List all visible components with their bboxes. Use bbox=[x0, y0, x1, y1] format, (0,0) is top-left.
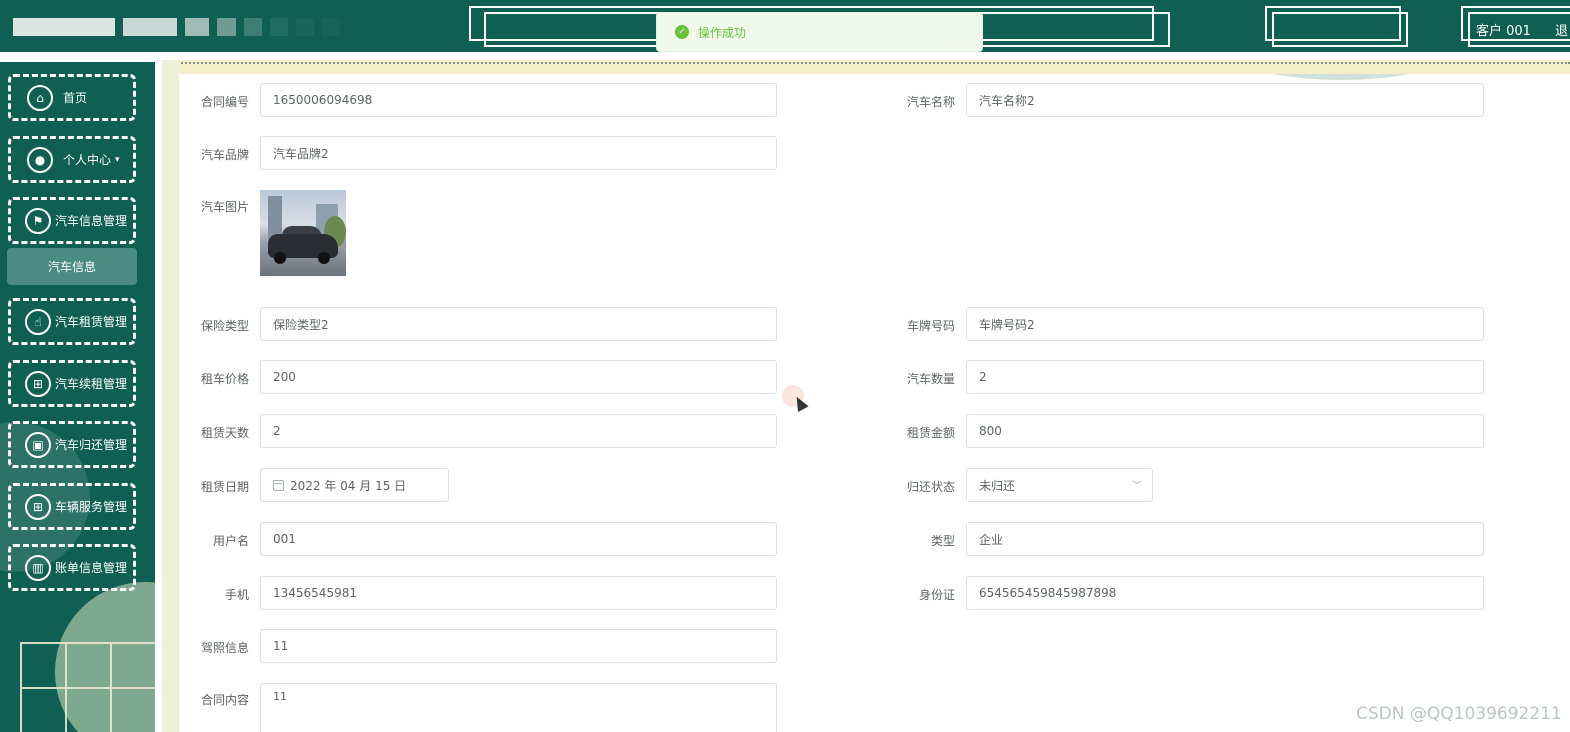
sidebar-grid-decoration bbox=[20, 642, 155, 732]
return-status-label: 归还状态 bbox=[906, 480, 955, 494]
car-count-label: 汽车数量 bbox=[906, 372, 955, 386]
plate-no-label: 车牌号码 bbox=[906, 319, 955, 333]
chevron-down-icon: ▾ bbox=[115, 154, 120, 165]
type-input[interactable]: 企业 bbox=[966, 522, 1484, 556]
chevron-down-icon: ﹀ bbox=[1132, 481, 1142, 492]
clipboard-icon: ▣ bbox=[25, 431, 51, 458]
logo-block-6 bbox=[270, 18, 288, 36]
logo-block-8 bbox=[322, 18, 340, 36]
username-label: 用户名 bbox=[212, 534, 249, 548]
background-decoration bbox=[162, 60, 179, 732]
rent-amount-input[interactable]: 800 bbox=[966, 414, 1484, 448]
sidebar-item-label: 汽车续租管理 bbox=[55, 377, 128, 391]
rent-date-value: 2022 年 04 月 15 日 bbox=[290, 478, 407, 493]
sidebar-item-car-renewal-mgmt[interactable]: ⊞ 汽车续租管理 bbox=[8, 360, 136, 407]
rent-date-label: 租赁日期 bbox=[200, 480, 249, 494]
submenu-item-car-info[interactable]: 汽车信息 bbox=[7, 248, 137, 285]
sidebar-item-label: 汽车信息管理 bbox=[55, 214, 128, 228]
user-area: 客户 001 退 bbox=[1476, 20, 1570, 39]
rent-amount-label: 租赁金额 bbox=[906, 426, 955, 440]
sidebar-item-label: 汽车归还管理 bbox=[55, 438, 128, 452]
logo-block-1 bbox=[13, 18, 115, 36]
phone-input[interactable]: 13456545981 bbox=[260, 576, 777, 610]
sidebar-item-home[interactable]: ⌂ 首页 bbox=[8, 74, 136, 121]
sidebar-item-car-rental-mgmt[interactable]: ☝ 汽车租赁管理 bbox=[8, 298, 136, 345]
toast-message: 操作成功 bbox=[698, 25, 747, 40]
sidebar-item-label: 汽车租赁管理 bbox=[55, 315, 128, 329]
user-name: 客户 001 bbox=[1476, 24, 1531, 39]
check-circle-icon: ✓ bbox=[675, 25, 689, 39]
sidebar-item-personal-center[interactable]: ● 个人中心 ▾ bbox=[8, 136, 136, 183]
logout-button[interactable]: 退 bbox=[1555, 24, 1568, 39]
logo-block-5 bbox=[244, 18, 262, 36]
contract-content-textarea[interactable]: 11 bbox=[260, 683, 777, 732]
logo-block-4 bbox=[217, 18, 236, 36]
logo-block-3 bbox=[185, 18, 209, 36]
logo-block-7 bbox=[296, 18, 314, 36]
sidebar-item-bill-info-mgmt[interactable]: ▥ 账单信息管理 bbox=[8, 544, 136, 591]
id-card-label: 身份证 bbox=[918, 588, 955, 602]
watermark: CSDN @QQ1039692211 bbox=[1356, 704, 1562, 724]
sidebar-item-label: 车辆服务管理 bbox=[55, 500, 128, 514]
return-status-select[interactable]: 未归还 ﹀ bbox=[966, 468, 1153, 502]
contract-no-label: 合同编号 bbox=[200, 95, 249, 109]
user-icon: ● bbox=[27, 146, 53, 173]
sidebar: ⌂ 首页 ● 个人中心 ▾ ⚑ 汽车信息管理 汽车信息 ☝ 汽车租赁管理 ⊞ 汽… bbox=[0, 62, 155, 732]
plate-no-input[interactable]: 车牌号码2 bbox=[966, 307, 1484, 341]
header-frame bbox=[1272, 12, 1408, 47]
contract-content-label: 合同内容 bbox=[200, 693, 249, 707]
contract-no-input[interactable]: 1650006094698 bbox=[260, 83, 777, 117]
username-input[interactable]: 001 bbox=[260, 522, 777, 556]
thumb-icon: ☝ bbox=[25, 308, 51, 335]
car-image-label: 汽车图片 bbox=[200, 200, 249, 214]
sidebar-item-vehicle-service-mgmt[interactable]: ⊞ 车辆服务管理 bbox=[8, 483, 136, 530]
car-name-label: 汽车名称 bbox=[906, 95, 955, 109]
license-info-input[interactable]: 11 bbox=[260, 629, 777, 663]
car-image[interactable] bbox=[260, 190, 346, 276]
license-info-label: 驾照信息 bbox=[200, 641, 249, 655]
rent-date-picker[interactable]: 2022 年 04 月 15 日 bbox=[260, 468, 449, 502]
sidebar-item-label: 个人中心 bbox=[63, 153, 112, 167]
car-count-input[interactable]: 2 bbox=[966, 360, 1484, 394]
logo-block-2 bbox=[123, 18, 177, 36]
grid-icon: ⊞ bbox=[25, 493, 51, 520]
sidebar-item-label: 账单信息管理 bbox=[55, 561, 128, 575]
flag-icon: ⚑ bbox=[25, 207, 51, 234]
home-icon: ⌂ bbox=[27, 84, 53, 111]
phone-label: 手机 bbox=[224, 588, 249, 602]
sidebar-item-label: 首页 bbox=[63, 91, 88, 105]
chart-icon: ▥ bbox=[25, 554, 51, 581]
rent-price-input[interactable]: 200 bbox=[260, 360, 777, 394]
rent-days-label: 租赁天数 bbox=[200, 426, 249, 440]
rent-days-input[interactable]: 2 bbox=[260, 414, 777, 448]
insurance-type-input[interactable]: 保险类型2 bbox=[260, 307, 777, 341]
return-status-value: 未归还 bbox=[979, 478, 1016, 493]
rent-price-label: 租车价格 bbox=[200, 372, 249, 386]
sidebar-item-car-info-mgmt[interactable]: ⚑ 汽车信息管理 bbox=[8, 197, 136, 244]
sidebar-item-car-return-mgmt[interactable]: ▣ 汽车归还管理 bbox=[8, 421, 136, 468]
grid-icon: ⊞ bbox=[25, 370, 51, 397]
success-toast: ✓ 操作成功 bbox=[656, 12, 983, 52]
car-brand-label: 汽车品牌 bbox=[200, 148, 249, 162]
calendar-icon bbox=[273, 479, 284, 491]
car-brand-input[interactable]: 汽车品牌2 bbox=[260, 136, 777, 170]
main-content: 合同编号 1650006094698 汽车名称 汽车名称2 汽车品牌 汽车品牌2… bbox=[162, 60, 1570, 732]
id-card-input[interactable]: 654565459845987898 bbox=[966, 576, 1484, 610]
car-name-input[interactable]: 汽车名称2 bbox=[966, 83, 1484, 117]
divider bbox=[162, 62, 1570, 64]
insurance-type-label: 保险类型 bbox=[200, 319, 249, 333]
type-label: 类型 bbox=[930, 534, 955, 548]
